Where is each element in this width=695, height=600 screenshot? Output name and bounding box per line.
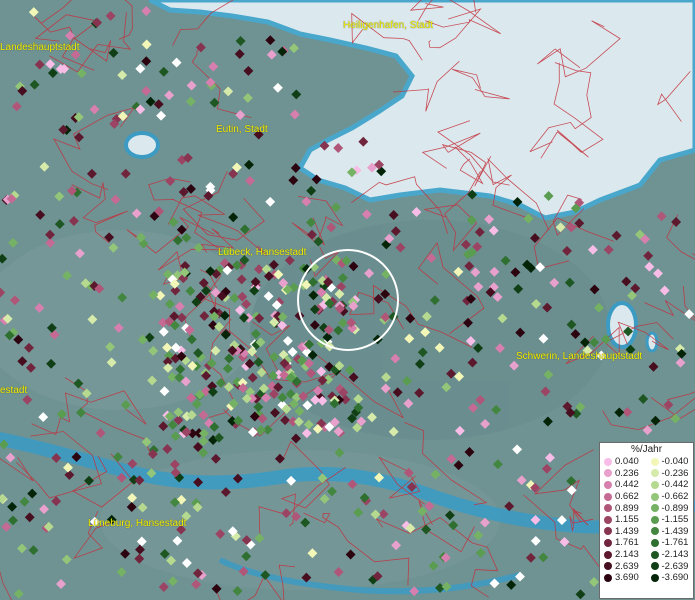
- legend-title: %/Jahr: [630, 444, 663, 455]
- legend-label: -0.442: [661, 479, 689, 491]
- legend-label: -1.761: [661, 537, 689, 549]
- legend-swatch: [604, 550, 612, 559]
- legend-label: 0.442: [615, 479, 639, 491]
- legend-label: 0.040: [615, 456, 639, 468]
- legend-item: -0.662: [647, 491, 694, 503]
- legend-label: 1.761: [615, 537, 639, 549]
- lake-small-1: [645, 331, 659, 353]
- legend-item: 0.662: [600, 491, 647, 503]
- legend-label: 3.690: [615, 572, 639, 584]
- legend-label: -3.690: [661, 572, 689, 584]
- legend-swatch: [650, 538, 659, 547]
- legend-swatch: [604, 562, 612, 571]
- legend-item: -0.236: [647, 468, 694, 480]
- legend-label: -2.639: [661, 560, 689, 572]
- legend-label: 0.662: [615, 491, 639, 503]
- legend-item: -0.899: [647, 502, 694, 514]
- city-label-eutin: Eutin, Stadt: [216, 124, 268, 135]
- legend-swatch: [650, 515, 659, 524]
- legend-swatch: [604, 469, 612, 478]
- legend-swatch: [650, 457, 659, 466]
- city-label-luebeck: Lübeck, Hansestadt: [218, 247, 307, 258]
- legend-item: 3.690: [600, 572, 647, 584]
- legend-item: -0.442: [647, 479, 694, 491]
- legend-item: 0.899: [600, 502, 647, 514]
- legend-swatch: [604, 457, 612, 466]
- legend-item: 1.439: [600, 526, 647, 538]
- lake-schwerin: [606, 301, 638, 349]
- legend-swatch: [650, 480, 659, 489]
- legend-item: 0.236: [600, 468, 647, 480]
- lake-ploen: [124, 131, 160, 159]
- legend-swatch: [604, 527, 612, 536]
- city-label-hamburg: estadt: [0, 385, 28, 396]
- legend-label: -0.662: [661, 491, 689, 503]
- legend-positive-column: 0.040 0.236 0.442 0.662 0.899 1.155 1.439 1.761…: [600, 456, 647, 584]
- city-label-heiligenhafen: Heiligenhafen, Stadt: [343, 20, 434, 31]
- legend-item: 0.040: [600, 456, 647, 468]
- legend-label: -1.439: [661, 525, 689, 537]
- legend-item: -1.439: [647, 526, 694, 538]
- city-label-lueneburg: Lüneburg, Hansestadt: [88, 518, 187, 529]
- legend-swatch: [650, 469, 659, 478]
- legend-item: -2.143: [647, 549, 694, 561]
- legend-item: 1.155: [600, 514, 647, 526]
- legend-swatch: [604, 515, 612, 524]
- legend-label: 1.439: [615, 525, 639, 537]
- legend-label: -0.236: [661, 467, 689, 479]
- legend-label: 0.236: [615, 467, 639, 479]
- legend-swatch: [604, 504, 612, 513]
- legend-swatch: [650, 550, 659, 559]
- legend-item: 2.143: [600, 549, 647, 561]
- city-label-schwerin: Schwerin, Landeshauptstadt: [516, 351, 643, 362]
- legend-item: 1.761: [600, 537, 647, 549]
- legend-label: -0.040: [661, 456, 689, 468]
- legend-swatch: [650, 562, 659, 571]
- legend-label: 2.639: [615, 560, 639, 572]
- legend-swatch: [650, 527, 659, 536]
- legend-swatch: [650, 492, 659, 501]
- legend: %/Jahr 0.040 0.236 0.442 0.662 0.899 1.155 1.4…: [599, 442, 694, 599]
- legend-swatch: [650, 504, 659, 513]
- legend-item: -3.690: [647, 572, 694, 584]
- legend-label: -2.143: [661, 549, 689, 561]
- legend-label: 0.899: [615, 502, 639, 514]
- legend-item: -2.639: [647, 560, 694, 572]
- legend-item: -0.040: [647, 456, 694, 468]
- city-label-landeshauptstadt: Landeshauptstadt: [0, 42, 80, 53]
- legend-item: 2.639: [600, 560, 647, 572]
- legend-item: -1.761: [647, 537, 694, 549]
- legend-swatch: [604, 492, 612, 501]
- map-canvas[interactable]: [0, 0, 695, 600]
- legend-swatch: [604, 538, 612, 547]
- legend-label: 2.143: [615, 549, 639, 561]
- legend-label: 1.155: [615, 514, 639, 526]
- legend-item: 0.442: [600, 479, 647, 491]
- legend-label: -1.155: [661, 514, 689, 526]
- legend-swatch: [650, 573, 659, 582]
- legend-negative-column: -0.040 -0.236 -0.442 -0.662 -0.899 -1.155 -1.4…: [647, 456, 694, 584]
- legend-swatch: [604, 573, 612, 582]
- legend-swatch: [604, 480, 612, 489]
- legend-item: -1.155: [647, 514, 694, 526]
- legend-label: -0.899: [661, 502, 689, 514]
